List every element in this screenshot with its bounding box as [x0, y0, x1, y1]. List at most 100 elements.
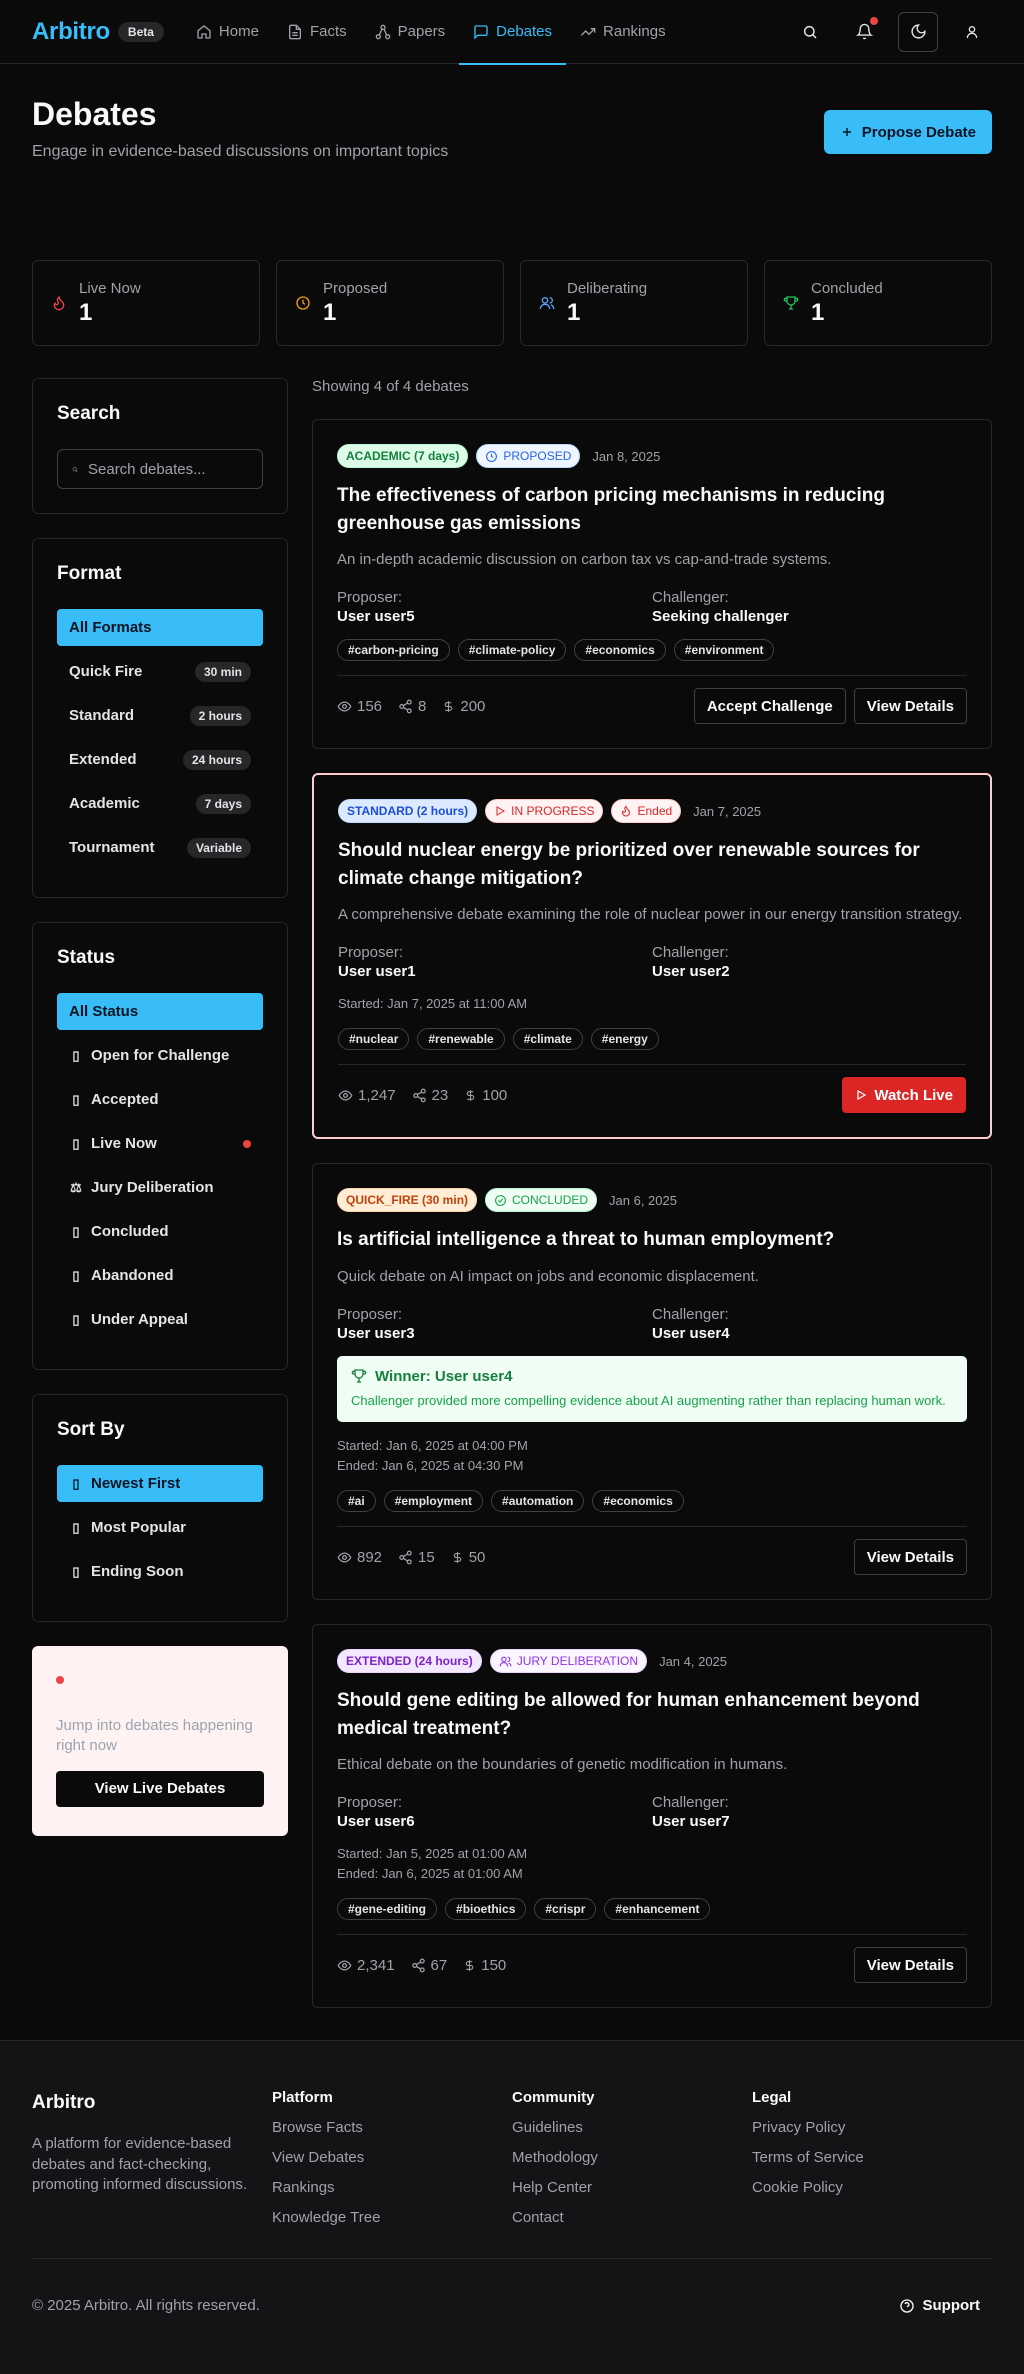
footer-link[interactable]: Methodology — [512, 2149, 752, 2166]
eye-icon — [337, 1960, 352, 1971]
footer-link[interactable]: Guidelines — [512, 2119, 752, 2136]
tag[interactable]: #crispr — [534, 1898, 597, 1921]
footer-link[interactable]: Rankings — [272, 2179, 512, 2196]
format-option-quick-fire[interactable]: Quick Fire 30 min — [57, 653, 263, 690]
status-option-appeal[interactable]: ▯ Under Appeal — [57, 1301, 263, 1338]
status-option-abandoned[interactable]: ▯ Abandoned — [57, 1257, 263, 1294]
tag[interactable]: #climate — [512, 1028, 583, 1051]
search-panel: Search — [32, 378, 288, 514]
nav-papers[interactable]: Papers — [361, 0, 460, 64]
debate-card[interactable]: ACADEMIC (7 days) PROPOSED Jan 8, 2025 T… — [312, 419, 992, 750]
status-option-live[interactable]: ▯ Live Now — [57, 1125, 263, 1162]
footer-heading: Community — [512, 2089, 595, 2107]
option-label: Jury Deliberation — [91, 1179, 214, 1196]
format-option-academic[interactable]: Academic 7 days — [57, 785, 263, 822]
page-header: Debates Engage in evidence-based discuss… — [0, 64, 1024, 261]
notifications-button[interactable] — [844, 12, 884, 52]
footer-link[interactable]: Cookie Policy — [752, 2179, 992, 2196]
tag[interactable]: #employment — [383, 1490, 484, 1513]
tag[interactable]: #automation — [491, 1490, 585, 1513]
proposer-name: User user1 — [338, 963, 416, 981]
format-option-tournament[interactable]: Tournament Variable — [57, 829, 263, 866]
debate-date: Jan 8, 2025 — [592, 448, 661, 464]
tag[interactable]: #carbon-pricing — [337, 639, 450, 662]
debate-card[interactable]: STANDARD (2 hours) IN PROGRESS Ended Jan… — [312, 773, 992, 1140]
tag[interactable]: #renewable — [417, 1028, 505, 1051]
tag[interactable]: #economics — [574, 639, 666, 662]
status-option-concluded[interactable]: ▯ Concluded — [57, 1213, 263, 1250]
view-details-button[interactable]: View Details — [853, 1539, 967, 1576]
nav-debates[interactable]: Debates — [459, 0, 566, 65]
tag[interactable]: #nuclear — [338, 1028, 410, 1051]
status-option-all[interactable]: All Status — [57, 993, 263, 1030]
shares-count: 15 — [418, 1548, 435, 1566]
search-field[interactable] — [57, 449, 263, 489]
footer-link[interactable]: View Debates — [272, 2149, 512, 2166]
footer-link[interactable]: Help Center — [512, 2179, 752, 2196]
search-input[interactable] — [88, 460, 248, 478]
debate-title[interactable]: Should gene editing be allowed for human… — [337, 1687, 967, 1742]
status-option-accepted[interactable]: ▯ Accepted — [57, 1081, 263, 1118]
debate-title[interactable]: Is artificial intelligence a threat to h… — [337, 1226, 967, 1254]
tag[interactable]: #enhancement — [604, 1898, 711, 1921]
status-option-jury[interactable]: ⚖ Jury Deliberation — [57, 1169, 263, 1206]
debate-card[interactable]: EXTENDED (24 hours) JURY DELIBERATION Ja… — [312, 1624, 992, 2009]
tag[interactable]: #ai — [337, 1490, 376, 1513]
shares-stat: 67 — [411, 1957, 447, 1974]
watch-live-button[interactable]: Watch Live — [842, 1077, 966, 1114]
users-icon — [499, 1656, 512, 1667]
user-menu-button[interactable] — [952, 12, 992, 52]
footer-link[interactable]: Terms of Service — [752, 2149, 992, 2166]
tag[interactable]: #bioethics — [445, 1898, 527, 1921]
status-glyph-icon: ▯ — [72, 1047, 80, 1063]
support-link[interactable]: Support — [899, 2297, 980, 2314]
nav-home-label: Home — [218, 23, 259, 40]
accept-challenge-button[interactable]: Accept Challenge — [693, 688, 846, 725]
tag[interactable]: #energy — [590, 1028, 659, 1051]
nav-rankings[interactable]: Rankings — [566, 0, 680, 64]
search-button[interactable] — [790, 12, 830, 52]
status-option-open[interactable]: ▯ Open for Challenge — [57, 1037, 263, 1074]
shares-stat: 8 — [398, 698, 426, 715]
duration-pill: 24 hours — [182, 749, 251, 770]
page-title: Debates — [32, 96, 157, 132]
sort-option-popular[interactable]: ▯ Most Popular — [57, 1509, 263, 1546]
debate-description: Ethical debate on the boundaries of gene… — [337, 1756, 788, 1774]
footer-link[interactable]: Privacy Policy — [752, 2119, 992, 2136]
proposer: Proposer: User user1 — [338, 944, 652, 980]
tag[interactable]: #gene-editing — [337, 1898, 438, 1921]
trophy-icon — [351, 1369, 367, 1384]
stat-proposed: Proposed 1 — [276, 260, 504, 346]
footer-link[interactable]: Browse Facts — [272, 2119, 512, 2136]
view-live-debates-button[interactable]: View Live Debates — [56, 1770, 264, 1807]
logo[interactable]: Arbitro — [32, 18, 110, 46]
sort-option-newest[interactable]: ▯ Newest First — [57, 1465, 263, 1502]
propose-debate-button[interactable]: Propose Debate — [823, 110, 992, 154]
status-glyph-icon: ▯ — [72, 1091, 80, 1107]
theme-toggle[interactable] — [898, 11, 938, 52]
option-label: Concluded — [91, 1223, 169, 1240]
format-option-standard[interactable]: Standard 2 hours — [57, 697, 263, 734]
started-time: Started: Jan 6, 2025 at 04:00 PM — [337, 1437, 528, 1453]
views-stat: 2,341 — [337, 1957, 395, 1974]
debate-title[interactable]: Should nuclear energy be prioritized ove… — [338, 837, 966, 892]
view-details-button[interactable]: View Details — [853, 688, 967, 725]
help-circle-icon — [899, 2299, 914, 2313]
tag[interactable]: #economics — [592, 1490, 684, 1513]
format-option-extended[interactable]: Extended 24 hours — [57, 741, 263, 778]
stat-live-now: Live Now 1 — [32, 260, 260, 346]
view-details-button[interactable]: View Details — [853, 1947, 967, 1984]
stat-label: Deliberating — [567, 279, 648, 297]
debate-title[interactable]: The effectiveness of carbon pricing mech… — [337, 482, 967, 537]
tag[interactable]: #environment — [673, 639, 775, 662]
debate-card[interactable]: QUICK_FIRE (30 min) CONCLUDED Jan 6, 202… — [312, 1163, 992, 1601]
nav-facts[interactable]: Facts — [273, 0, 361, 64]
nav-home[interactable]: Home — [182, 0, 273, 64]
sort-option-ending[interactable]: ▯ Ending Soon — [57, 1553, 263, 1590]
nav-rankings-label: Rankings — [603, 23, 666, 40]
option-label: Extended — [69, 751, 137, 768]
footer-link[interactable]: Contact — [512, 2209, 752, 2226]
tag[interactable]: #climate-policy — [457, 639, 567, 662]
format-option-all[interactable]: All Formats — [57, 609, 263, 646]
footer-link[interactable]: Knowledge Tree — [272, 2209, 512, 2226]
